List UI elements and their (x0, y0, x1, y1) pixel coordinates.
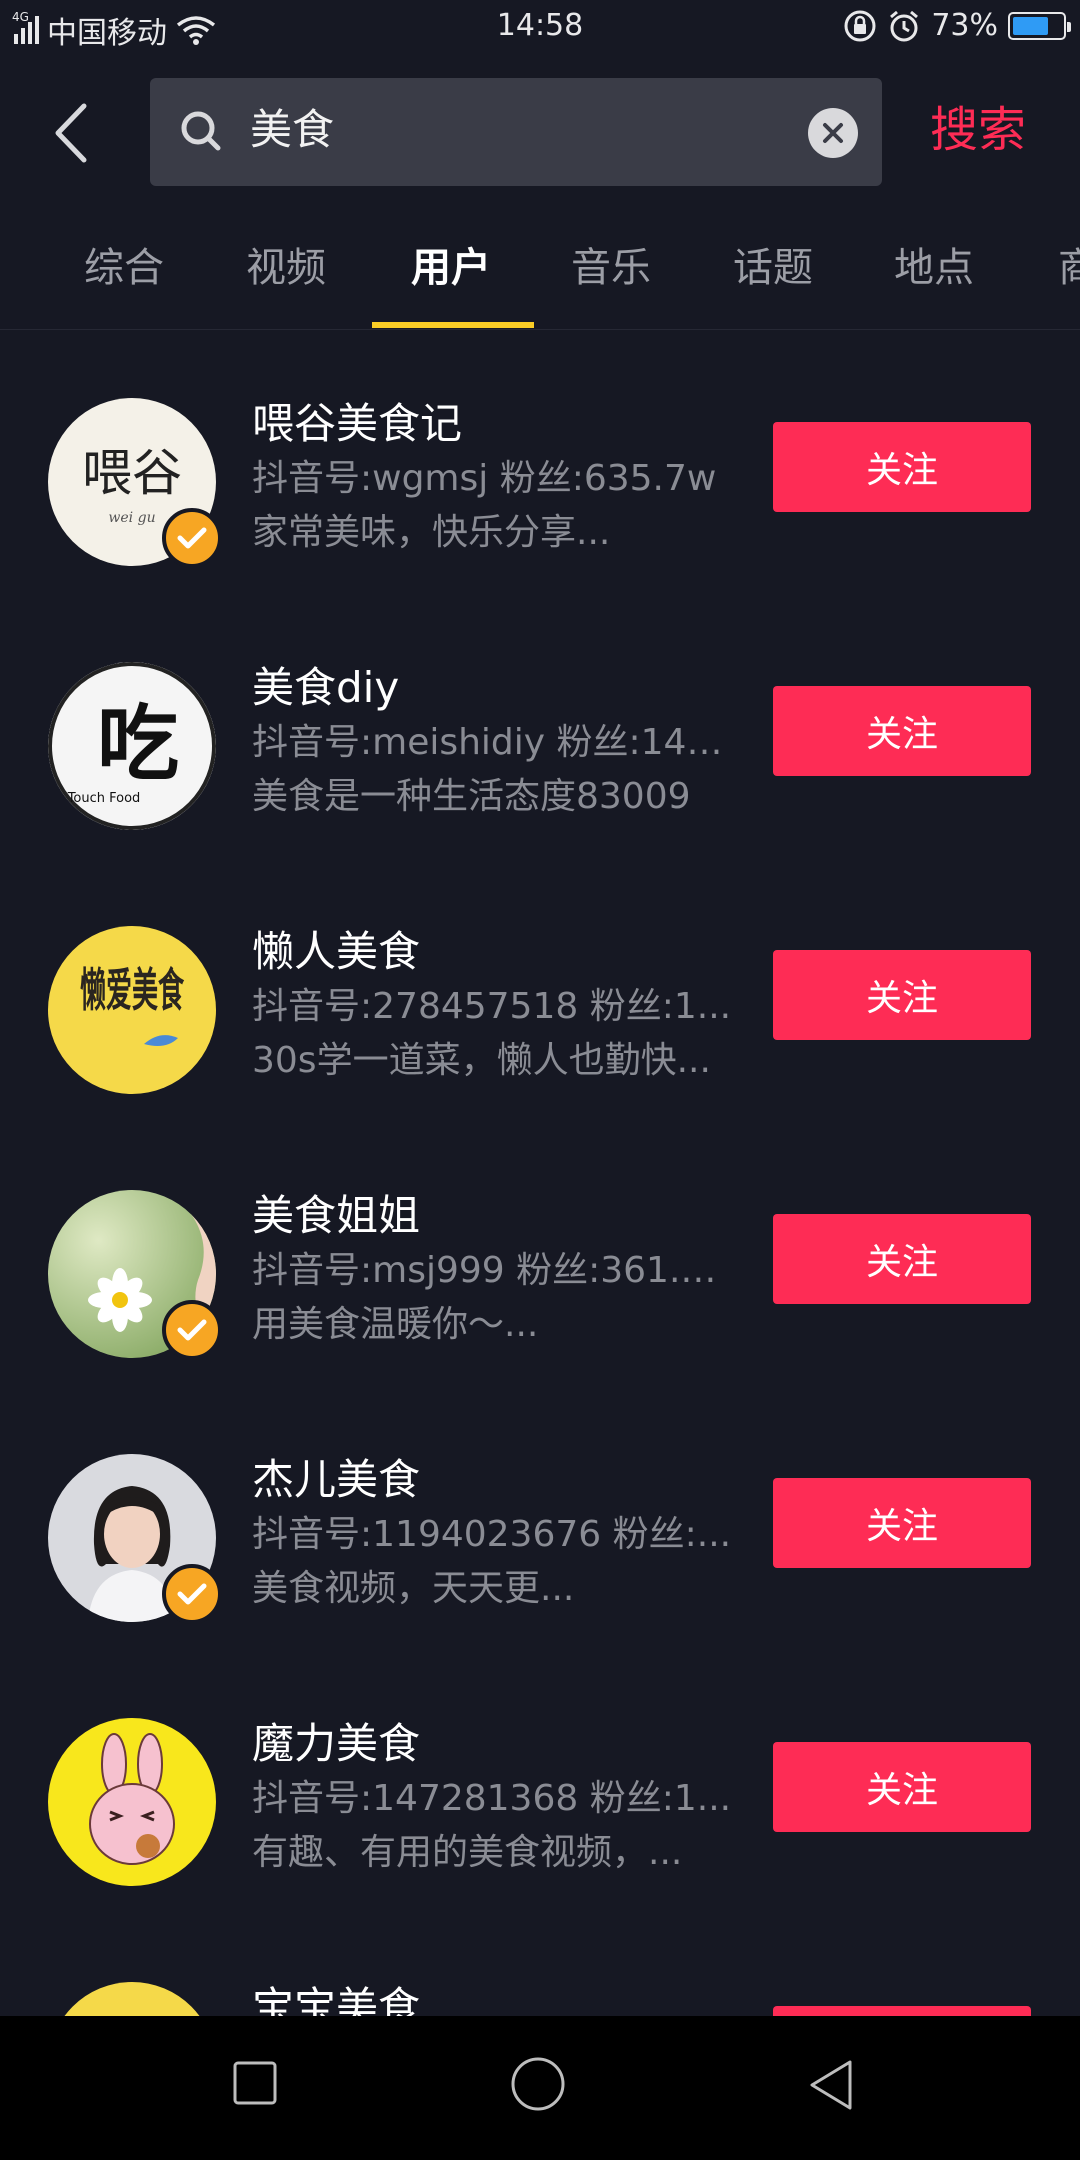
tab-general[interactable]: 综合 (84, 238, 164, 298)
user-description: 30s学一道菜，懒人也勤快... (252, 1040, 711, 1081)
list-item[interactable]: 美食姐姐 抖音号:msj999 粉丝:361.9w 用美食温暖你～... 关注 (0, 1124, 1080, 1388)
follow-button[interactable]: 关注 (773, 950, 1031, 1040)
battery-percent: 73% (931, 8, 998, 43)
verified-badge (162, 1300, 222, 1360)
avatar-image: 懒爱美食 (48, 926, 216, 1094)
avatar-image (48, 1718, 216, 1886)
user-meta: 抖音号:147281368 粉丝:1... (252, 1778, 732, 1819)
follow-button[interactable]: 关注 (773, 1478, 1031, 1568)
user-name: 懒人美食 (252, 927, 421, 976)
avatar[interactable]: 吃 Touch Food (48, 662, 216, 830)
avatar-logo-text: 懒爱美食 (80, 963, 185, 1017)
follow-button[interactable]: 关注 (773, 2006, 1031, 2016)
verified-badge (162, 508, 222, 568)
list-item[interactable]: 吃 Touch Food 美食diy 抖音号:meishidiy 粉丝:148.… (0, 596, 1080, 860)
verified-badge (162, 1564, 222, 1624)
clear-icon[interactable] (808, 108, 858, 158)
tab-music[interactable]: 音乐 (571, 238, 651, 298)
user-description: 美食视频，天天更... (252, 1568, 575, 1609)
tab-videos[interactable]: 视频 (246, 238, 326, 298)
square-icon[interactable] (232, 2060, 278, 2106)
list-item[interactable]: 杰儿美食 抖音号:1194023676 粉丝:... 美食视频，天天更... 关… (0, 1388, 1080, 1652)
tab-topics[interactable]: 话题 (733, 238, 813, 298)
avatar-logo-text: 喂谷 (82, 444, 182, 502)
check-icon (177, 1583, 207, 1605)
tab-shop[interactable]: 商 (1058, 238, 1080, 298)
user-description: 有趣、有用的美食视频，... (252, 1832, 683, 1873)
chevron-left-icon[interactable] (48, 100, 92, 166)
user-name: 美食姐姐 (252, 1191, 421, 1240)
avatar-logo-subtext: wei gu (108, 510, 155, 526)
avatar[interactable] (48, 1718, 216, 1886)
user-name: 宝宝美食 (252, 1983, 421, 2016)
user-meta: 抖音号:278457518 粉丝:1... (252, 986, 732, 1027)
list-item[interactable]: 宝宝美食 关注 (0, 1916, 1080, 2016)
triangle-back-icon[interactable] (806, 2058, 856, 2112)
circle-icon[interactable] (510, 2056, 566, 2112)
system-nav-bar (0, 2016, 1080, 2160)
follow-button[interactable]: 关注 (773, 422, 1031, 512)
user-meta: 抖音号:wgmsj 粉丝:635.7w (252, 458, 717, 499)
user-meta: 抖音号:msj999 粉丝:361.9w (252, 1250, 732, 1291)
search-query: 美食 (250, 105, 335, 154)
avatar[interactable] (48, 1454, 222, 1624)
avatar[interactable] (48, 1190, 222, 1360)
user-description: 美食是一种生活态度83009 (252, 776, 691, 817)
alarm-icon (890, 10, 919, 41)
user-name: 魔力美食 (252, 1719, 421, 1768)
battery-icon (1008, 11, 1071, 40)
avatar[interactable] (48, 1982, 216, 2016)
follow-button[interactable]: 关注 (773, 686, 1031, 776)
follow-button[interactable]: 关注 (773, 1214, 1031, 1304)
avatar-image: 吃 Touch Food (48, 662, 216, 830)
avatar-image (48, 1982, 216, 2016)
check-icon (177, 527, 207, 549)
search-button[interactable]: 搜索 (930, 92, 1026, 168)
user-name: 杰儿美食 (252, 1455, 421, 1504)
list-item[interactable]: 懒爱美食 懒人美食 抖音号:278457518 粉丝:1... 30s学一道菜，… (0, 860, 1080, 1124)
follow-button[interactable]: 关注 (773, 1742, 1031, 1832)
close-icon (823, 123, 843, 143)
search-input[interactable]: 美食 (150, 78, 882, 186)
user-name: 美食diy (252, 663, 400, 712)
tab-places[interactable]: 地点 (894, 238, 974, 298)
user-description: 家常美味，快乐分享... (252, 512, 611, 553)
avatar[interactable]: 喂谷 wei gu (48, 398, 222, 568)
status-bar: 4G 中国移动 14:58 73% (0, 0, 1080, 54)
list-item[interactable]: 喂谷 wei gu 喂谷美食记 抖音号:wgmsj 粉丝:635.7w 家常美味… (0, 332, 1080, 596)
check-icon (177, 1319, 207, 1341)
user-description: 用美食温暖你～... (252, 1304, 539, 1345)
avatar-logo-text: 吃 (97, 697, 179, 792)
avatar[interactable]: 懒爱美食 (48, 926, 216, 1094)
avatar-logo-subtext: Touch Food (67, 791, 141, 806)
user-meta: 抖音号:meishidiy 粉丝:148... (252, 722, 732, 763)
user-name: 喂谷美食记 (252, 399, 463, 448)
tab-users[interactable]: 用户 (411, 238, 491, 298)
user-list: 喂谷 wei gu 喂谷美食记 抖音号:wgmsj 粉丝:635.7w 家常美味… (0, 332, 1080, 2016)
list-item[interactable]: 魔力美食 抖音号:147281368 粉丝:1... 有趣、有用的美食视频，..… (0, 1652, 1080, 1916)
battery-level (1013, 16, 1049, 35)
search-icon (181, 111, 221, 151)
tab-indicator (372, 322, 534, 328)
status-right: 73% (843, 8, 1071, 43)
category-tabs: 综合 视频 用户 音乐 话题 地点 商 (0, 220, 1080, 330)
user-meta: 抖音号:1194023676 粉丝:... (252, 1514, 732, 1555)
rotation-lock-icon (844, 10, 876, 41)
